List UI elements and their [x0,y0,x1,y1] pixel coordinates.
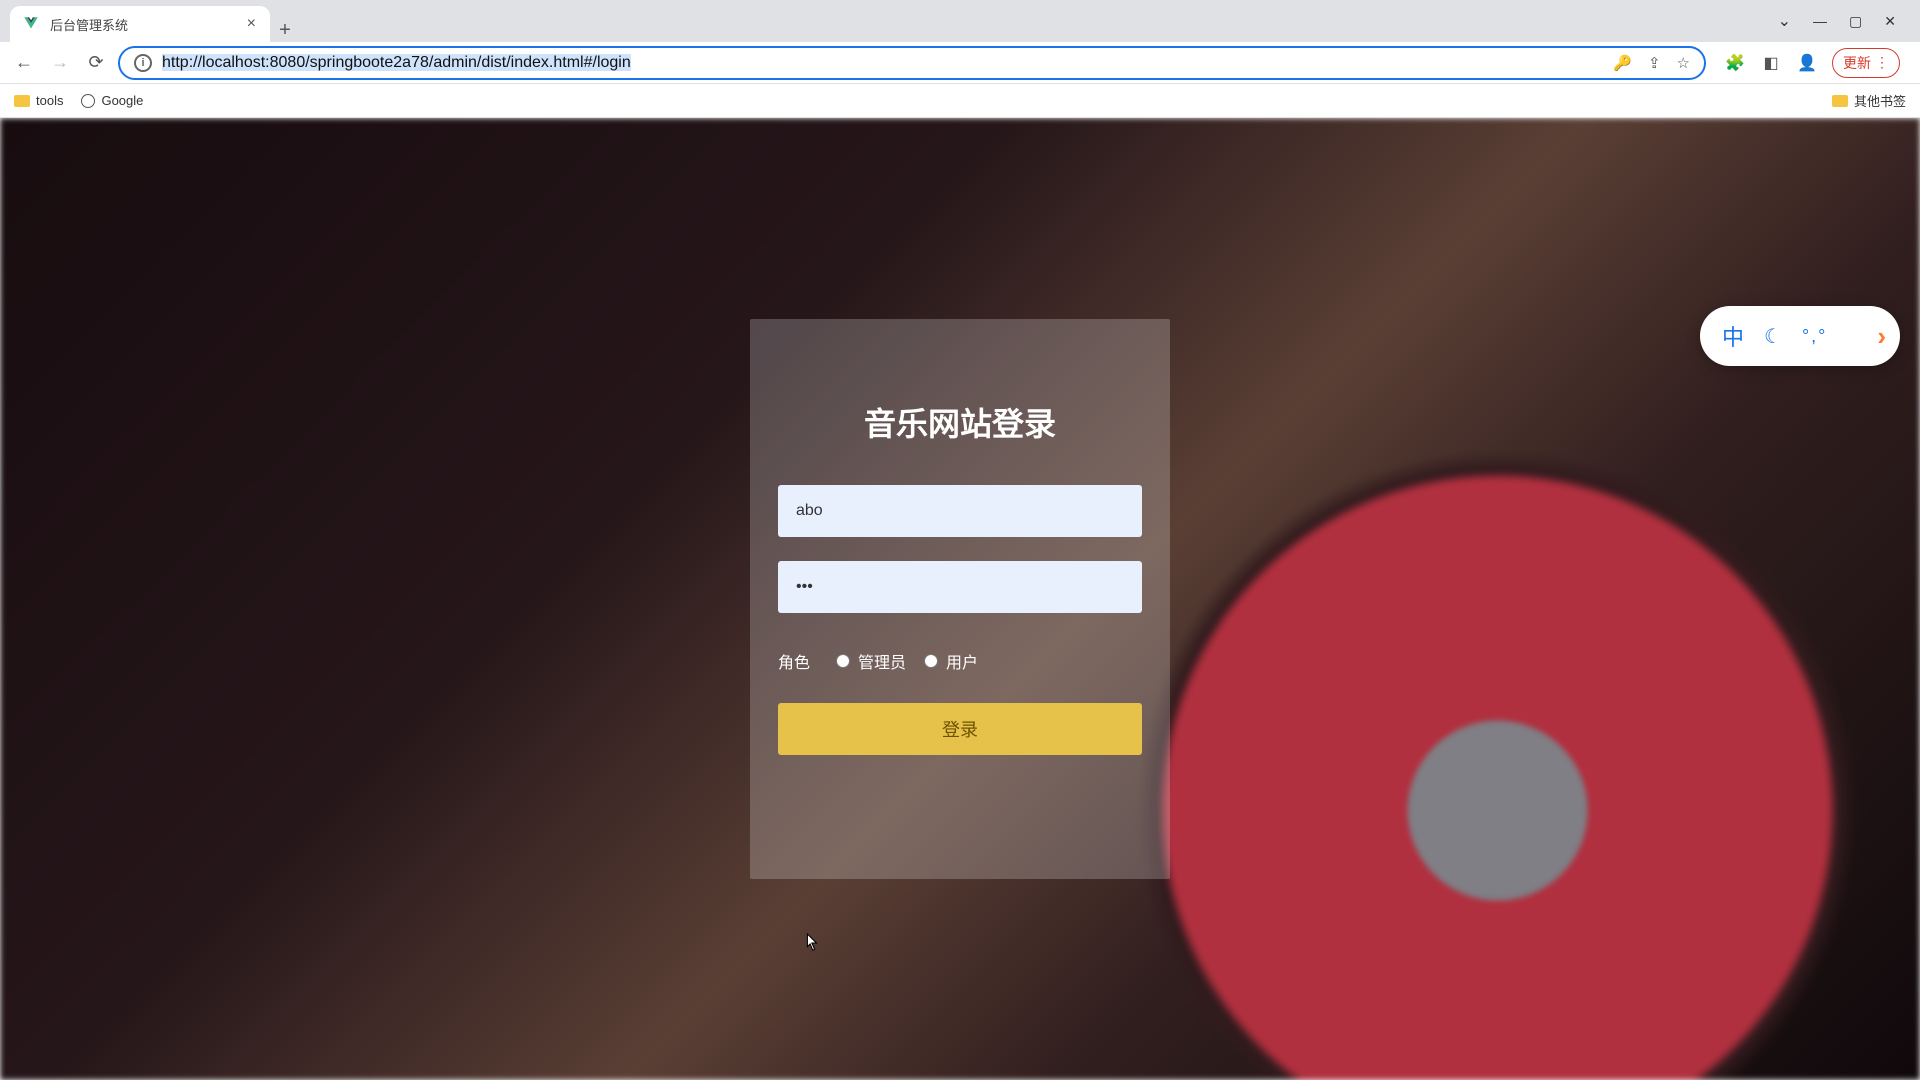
minimize-icon[interactable]: — [1813,13,1827,29]
globe-icon [81,94,95,108]
chevron-right-icon[interactable]: › [1877,321,1886,352]
page-viewport: 音乐网站登录 角色 管理员 用户 登录 中 ☾ °,° › [0,118,1920,1080]
address-bar: ← → ⟳ i http://localhost:8080/springboot… [0,42,1920,84]
role-admin-radio[interactable] [836,654,850,668]
close-tab-icon[interactable]: × [245,15,258,33]
address-trailing: 🧩 ◧ 👤 更新 ⋮ [1714,48,1910,78]
browser-tab[interactable]: 后台管理系统 × [10,6,270,42]
star-icon[interactable]: ☆ [1677,54,1690,72]
bookmark-tools[interactable]: tools [14,93,63,108]
bookmarks-bar: tools Google 其他书签 [0,84,1920,118]
password-input[interactable] [778,561,1142,613]
bookmark-label: Google [101,93,143,108]
bookmark-label: tools [36,93,63,108]
key-icon[interactable]: 🔑 [1613,54,1632,72]
role-label: 角色 [778,649,810,673]
side-panel-icon[interactable]: ◧ [1760,52,1782,74]
site-info-icon[interactable]: i [134,54,152,72]
role-user-option[interactable]: 用户 [924,649,978,673]
login-button[interactable]: 登录 [778,703,1142,755]
bookmark-other[interactable]: 其他书签 [1832,91,1906,110]
browser-window: 后台管理系统 × + ⌄ — ▢ ✕ ← → ⟳ i http://localh… [0,0,1920,1080]
role-row: 角色 管理员 用户 [778,649,1142,673]
role-user-text: 用户 [946,649,978,673]
role-user-radio[interactable] [924,654,938,668]
ime-dots-icon[interactable]: °,° [1802,326,1827,347]
back-button[interactable]: ← [10,49,38,77]
forward-button: → [46,49,74,77]
tab-strip: 后台管理系统 × + ⌄ — ▢ ✕ [0,0,1920,42]
username-input[interactable] [778,485,1142,537]
ime-lang-icon[interactable]: 中 [1722,320,1744,352]
omnibox[interactable]: i http://localhost:8080/springboote2a78/… [118,46,1706,80]
reload-button[interactable]: ⟳ [82,49,110,77]
vue-favicon-icon [22,15,40,33]
folder-icon [14,95,30,107]
tab-title: 后台管理系统 [50,15,245,34]
role-admin-text: 管理员 [858,649,906,673]
moon-icon[interactable]: ☾ [1764,324,1782,349]
bookmark-label: 其他书签 [1854,91,1906,110]
login-card: 音乐网站登录 角色 管理员 用户 登录 [750,319,1170,879]
new-tab-button[interactable]: + [270,19,300,42]
update-label: 更新 [1843,53,1871,73]
role-admin-option[interactable]: 管理员 [836,649,906,673]
maximize-icon[interactable]: ▢ [1849,13,1862,30]
close-window-icon[interactable]: ✕ [1884,13,1896,30]
window-controls: ⌄ — ▢ ✕ [1754,0,1920,42]
update-button[interactable]: 更新 ⋮ [1832,48,1900,78]
chevron-down-icon[interactable]: ⌄ [1778,11,1791,31]
share-icon[interactable]: ⇪ [1648,54,1661,72]
bookmark-google[interactable]: Google [81,93,143,108]
url-text[interactable]: http://localhost:8080/springboote2a78/ad… [162,54,1603,72]
kebab-icon: ⋮ [1875,54,1889,71]
ime-floating-bar[interactable]: 中 ☾ °,° › [1700,306,1900,366]
folder-icon [1832,95,1848,107]
extensions-icon[interactable]: 🧩 [1724,52,1746,74]
profile-icon[interactable]: 👤 [1796,52,1818,74]
login-title: 音乐网站登录 [778,399,1142,445]
omnibox-right-icons: 🔑 ⇪ ☆ [1613,54,1690,72]
